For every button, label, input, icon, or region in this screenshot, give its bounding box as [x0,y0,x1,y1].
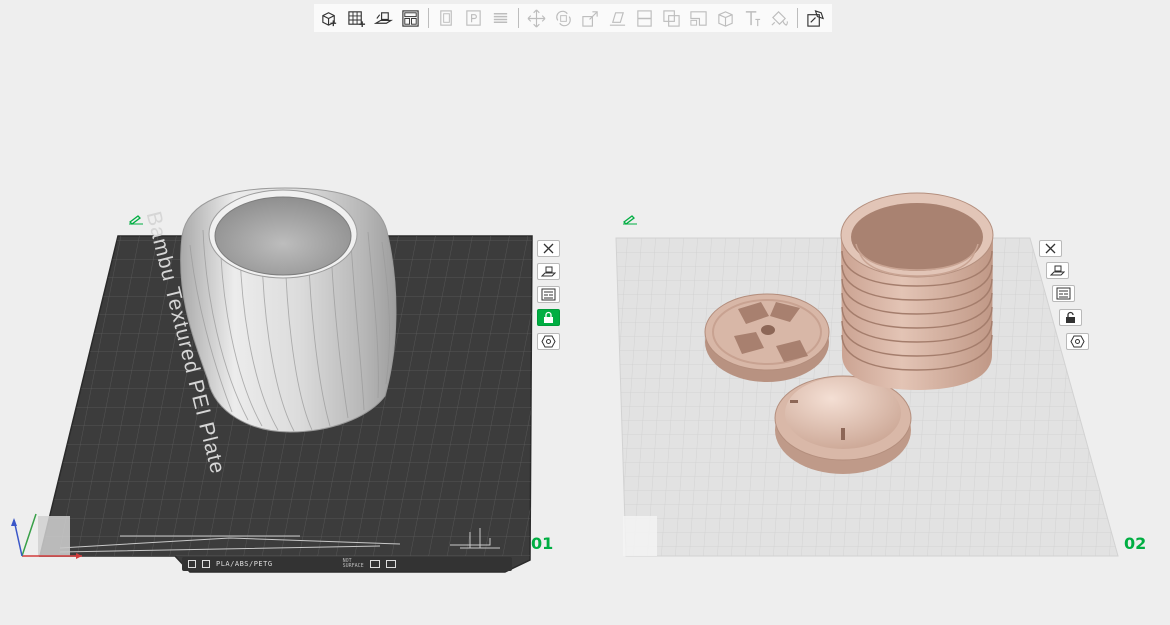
plate-01-info-strip: PLA/ABS/PETG NOT SURFACE [182,557,512,571]
plate-01-number: 01 [531,534,554,553]
strip-icon [188,560,196,568]
y-axis [21,513,37,557]
plate-02-arrange-button[interactable] [1052,285,1075,302]
disc-center-hole [761,325,775,335]
orient-icon [541,266,556,277]
close-icon [1045,243,1056,254]
plate-01-arrange-button[interactable] [537,286,560,303]
dome-slot [841,428,845,440]
z-arrow [11,518,17,526]
strip-icon [202,560,210,568]
hexagon-settings-icon [541,335,556,348]
slotted-disc[interactable] [704,293,830,382]
plate-02-orient-button[interactable] [1046,262,1069,279]
plate-02-edit-icon[interactable] [622,213,638,225]
close-icon [543,243,554,254]
plate-01-edit-icon[interactable] [128,213,144,225]
plate-02-number: 02 [1124,534,1147,553]
strip-material-text: PLA/ABS/PETG [216,560,273,568]
lock-icon [1066,311,1075,323]
plate-01-lock-button[interactable] [537,309,560,326]
plate-01-settings-button[interactable] [537,333,560,350]
plate-02-settings-button[interactable] [1066,333,1089,350]
hexagon-settings-icon [1070,335,1085,348]
plate-01-orient-button[interactable] [537,263,560,280]
plate-02-corner-marker [623,516,657,556]
plate-02-lock-button[interactable] [1059,309,1082,326]
strip-box [385,560,396,568]
lock-icon [544,311,553,323]
plate-01-close-button[interactable] [537,240,560,257]
arrange-icon [541,288,556,301]
plate-02-close-button[interactable] [1039,240,1062,257]
plate-01-corner-marker [38,516,70,556]
dome-cap[interactable] [774,375,912,474]
strip-box [369,560,380,568]
arrange-icon [1056,287,1071,300]
orient-icon [1050,265,1065,276]
strip-subtext: NOT SURFACE [342,558,364,569]
dome-notch [790,400,798,403]
spring-coil[interactable] [840,192,994,390]
